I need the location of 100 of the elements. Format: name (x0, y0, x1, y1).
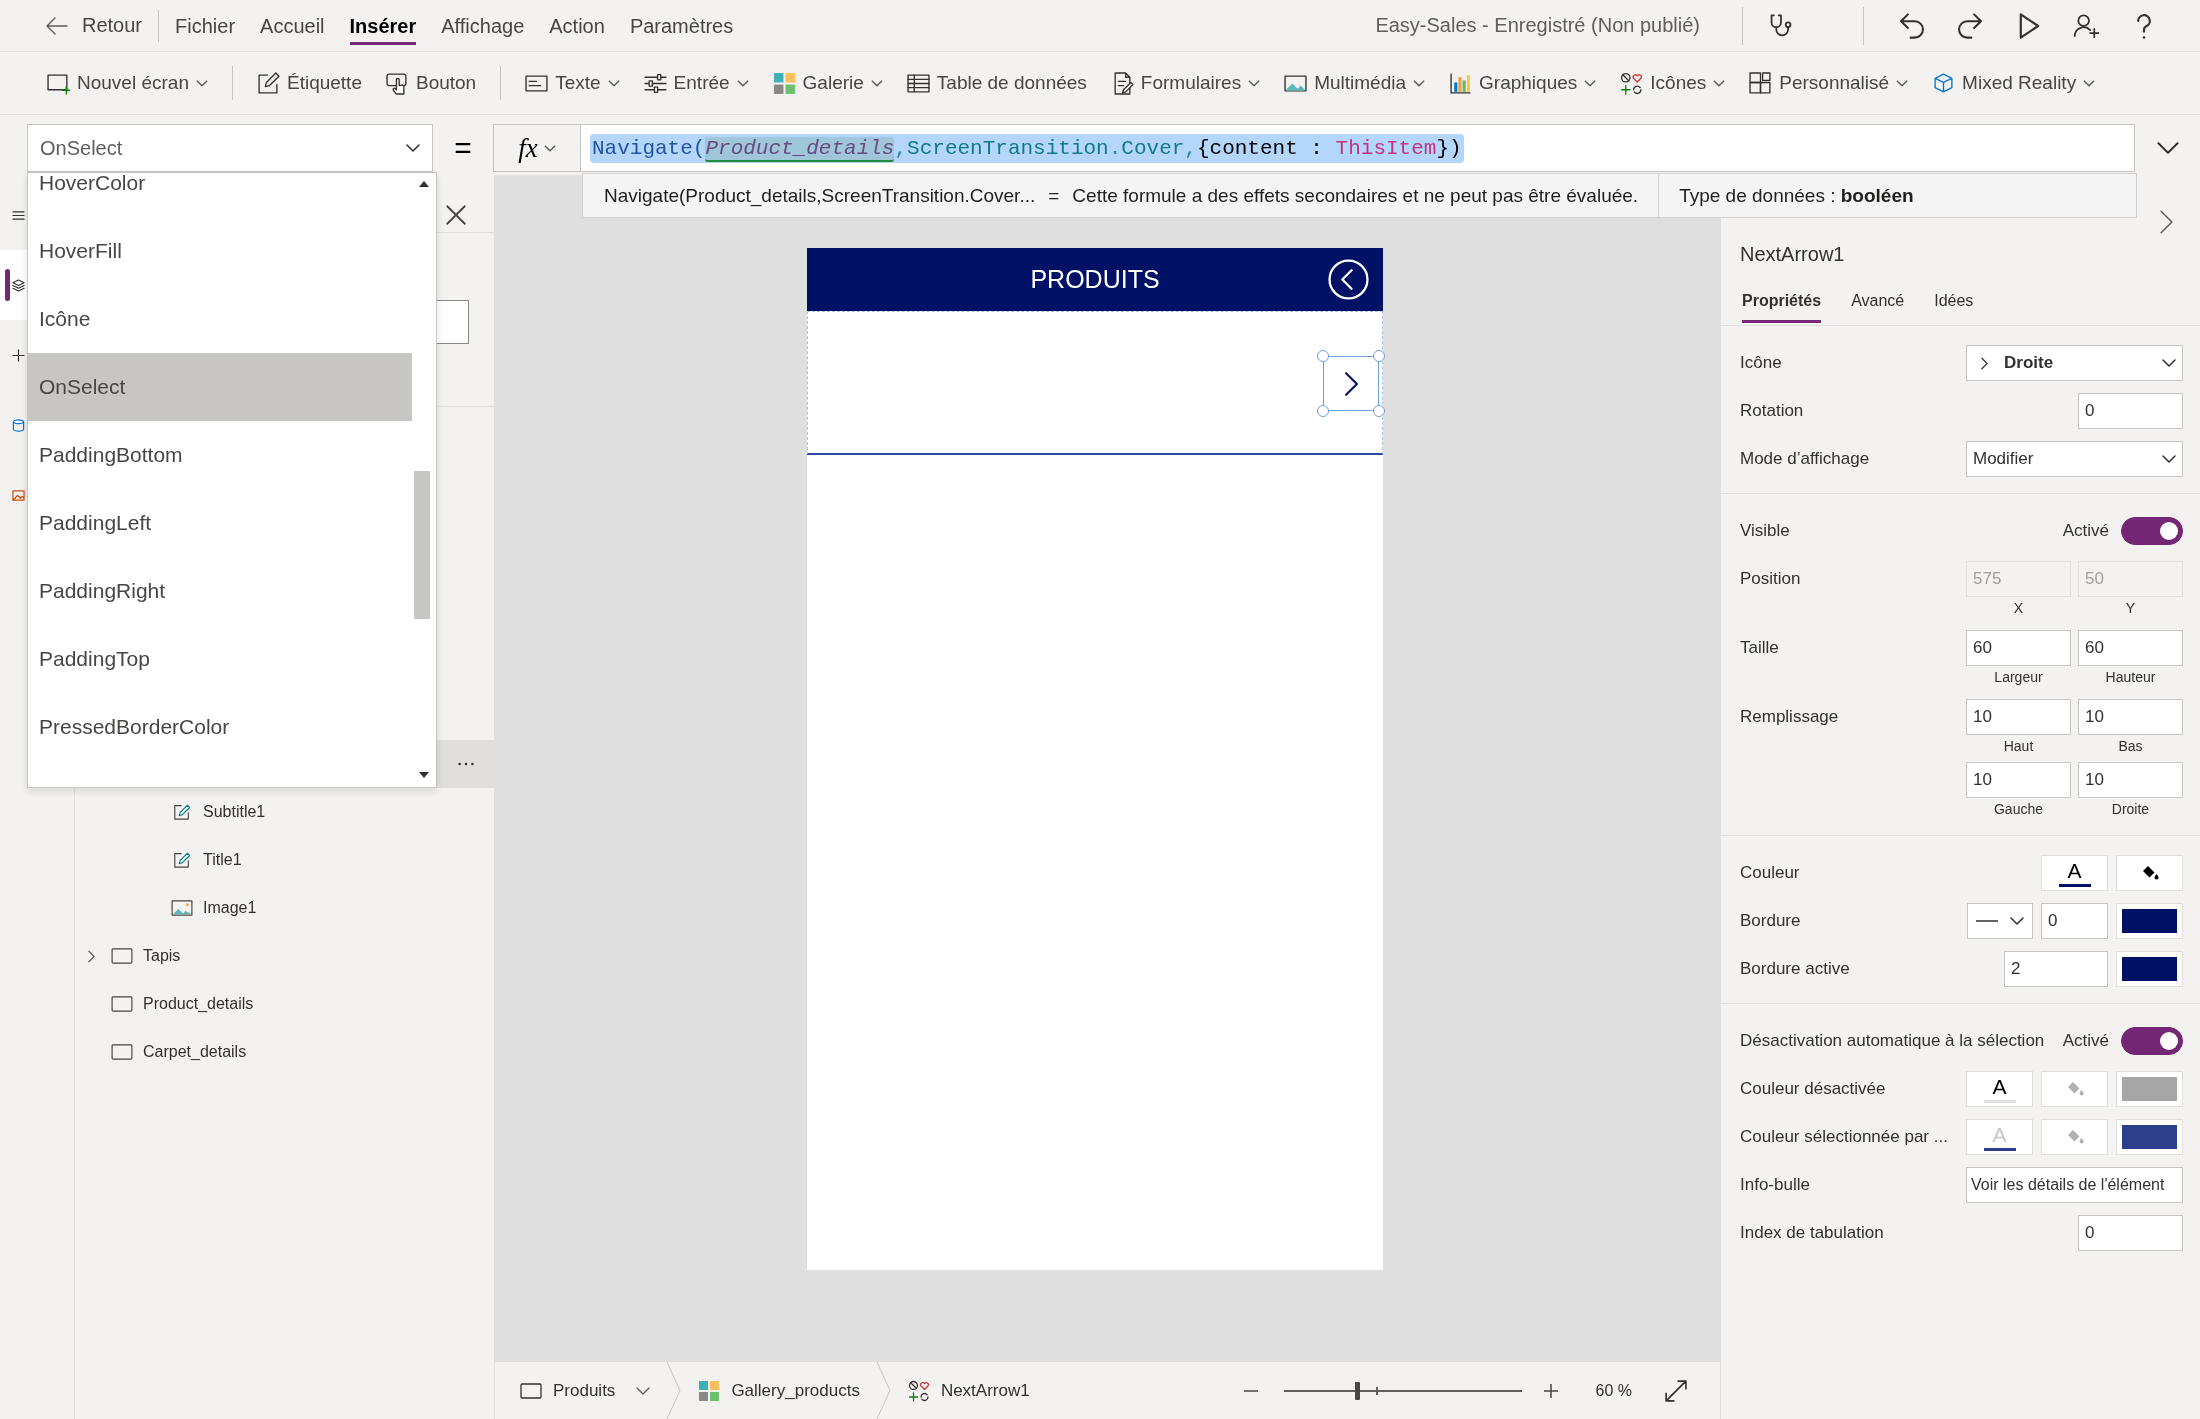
toolbar-button[interactable]: Table de données (906, 63, 1087, 103)
panel-tab[interactable]: Idées (1934, 289, 1974, 323)
toolbar-button[interactable]: Étiquette (256, 63, 362, 103)
blocks-icon (1749, 71, 1773, 95)
text-color-button[interactable]: A (2041, 855, 2108, 891)
back-button[interactable]: Retour (46, 5, 143, 46)
toggle-switch[interactable] (2121, 1027, 2183, 1055)
screen-title: PRODUITS (1029, 265, 1161, 294)
scroll-down-icon[interactable] (419, 772, 429, 778)
property-option[interactable]: PaddingBottom (28, 421, 412, 489)
property-label: Désactivation automatique à la sélection (1740, 1031, 2046, 1051)
menu-tab[interactable]: Paramètres (629, 6, 734, 45)
text-field[interactable]: Voir les détails de l'élément (1966, 1167, 2183, 1203)
zoom-out-icon[interactable] (1243, 1389, 1258, 1392)
text-color-button[interactable]: A (1966, 1071, 2033, 1107)
tree-item[interactable]: Tapis (75, 932, 494, 980)
property-dropdown[interactable]: OnSelect (27, 124, 433, 172)
color-picker-button[interactable] (2116, 951, 2183, 987)
toolbar-button[interactable]: Bouton (385, 63, 477, 103)
border-style-dropdown[interactable] (1967, 903, 2033, 939)
property-label: Couleur (1740, 863, 1801, 883)
slider-thumb[interactable] (1355, 1381, 1361, 1400)
toolbar-button[interactable]: Formulaires (1110, 63, 1261, 103)
chevron-right-icon[interactable] (2160, 210, 2173, 234)
number-field[interactable]: 60 (2078, 630, 2183, 666)
number-field[interactable]: 0 (2041, 903, 2108, 939)
property-label: Rotation (1740, 401, 1805, 421)
resize-handle[interactable] (1373, 350, 1385, 362)
formula-input[interactable]: Navigate(Product_details,ScreenTransition.Cover,{content : ThisItem}) (580, 124, 2135, 172)
tiles-icon (698, 1379, 721, 1402)
menu-tab[interactable]: Action (549, 6, 605, 45)
resize-handle[interactable] (1317, 350, 1329, 362)
number-field[interactable]: 0 (2078, 1215, 2183, 1251)
tree-item[interactable]: Product_details (75, 980, 494, 1028)
breadcrumb[interactable]: NextArrow1 (893, 1362, 1044, 1419)
resize-handle[interactable] (1317, 405, 1329, 417)
property-option[interactable]: HoverColor (28, 173, 412, 217)
color-picker-button[interactable] (2116, 1119, 2183, 1155)
icon-dropdown[interactable]: Droite (1966, 345, 2183, 381)
number-field[interactable]: 10 (2078, 699, 2183, 735)
panel-tab[interactable]: Avancé (1851, 289, 1905, 323)
breadcrumb[interactable]: Produits (495, 1362, 665, 1419)
fill-color-button[interactable] (2041, 1119, 2108, 1155)
menu-tab[interactable]: Fichier (175, 6, 236, 45)
property-option[interactable]: PaddingLeft (28, 489, 412, 557)
scroll-up-icon[interactable] (419, 181, 429, 187)
tree-item[interactable]: Title1 (75, 836, 494, 884)
line-style-icon (1976, 920, 1998, 922)
redo-icon[interactable] (1957, 12, 1983, 39)
toolbar-button[interactable]: Nouvel écran (47, 63, 208, 103)
toggle-switch[interactable] (2121, 517, 2183, 545)
number-field[interactable]: 10 (1966, 762, 2071, 798)
panel-tab[interactable]: Propriétés (1742, 289, 1822, 323)
number-field[interactable]: 2 (2004, 951, 2108, 987)
toolbar-button[interactable]: Graphiques (1449, 63, 1597, 103)
color-picker-button[interactable] (2116, 903, 2183, 939)
property-option[interactable]: PressedBorderColor (28, 693, 412, 761)
zoom-slider[interactable] (1283, 1381, 1522, 1400)
close-icon[interactable] (446, 205, 466, 225)
toolbar-button[interactable]: Multimédia (1284, 63, 1426, 103)
toolbar-button[interactable]: Entrée (643, 63, 749, 103)
toolbar-button[interactable]: Icônes (1620, 63, 1726, 103)
scrollbar-thumb[interactable] (414, 471, 430, 619)
tree-item[interactable]: Subtitle1 (75, 788, 494, 836)
tree-item[interactable]: Image1 (75, 884, 494, 932)
function-button[interactable]: fx (493, 124, 580, 172)
expand-icon[interactable] (1665, 1379, 1687, 1402)
breadcrumb[interactable]: Gallery_products (684, 1362, 874, 1419)
menu-tab[interactable]: Accueil (260, 6, 325, 45)
undo-icon[interactable] (1899, 12, 1925, 39)
toolbar-button[interactable]: Texte (525, 63, 620, 103)
back-circle-icon[interactable] (1327, 259, 1369, 300)
fill-color-button[interactable] (2116, 855, 2183, 891)
person-add-icon[interactable] (2073, 12, 2099, 39)
nav-rail-item[interactable] (0, 250, 28, 320)
property-option[interactable]: OnSelect (28, 353, 412, 421)
menu-tab[interactable]: Affichage (441, 6, 525, 45)
property-option[interactable]: HoverFill (28, 217, 412, 285)
number-field[interactable]: 0 (2078, 393, 2183, 429)
field-caption: Gauche (1992, 800, 2044, 819)
next-arrow-control[interactable] (1317, 350, 1385, 417)
property-option[interactable]: PaddingRight (28, 557, 412, 625)
toolbar-button[interactable]: Galerie (772, 63, 883, 103)
toolbar-button[interactable]: Mixed Reality (1932, 63, 2096, 103)
fill-color-button[interactable] (2041, 1071, 2108, 1107)
tree-item[interactable]: Carpet_details (75, 1028, 494, 1076)
resize-handle[interactable] (1373, 405, 1385, 417)
color-picker-button[interactable] (2116, 1071, 2183, 1107)
number-field[interactable]: 10 (2078, 762, 2183, 798)
number-field[interactable]: 60 (1966, 630, 2071, 666)
property-option[interactable]: Icône (28, 285, 412, 353)
zoom-in-icon[interactable] (1543, 1383, 1558, 1398)
more-icon[interactable] (458, 762, 474, 766)
property-option[interactable]: PaddingTop (28, 625, 412, 693)
chevron-down-icon (736, 79, 749, 87)
stethoscope-icon[interactable] (1768, 12, 1794, 39)
menu-tab[interactable]: Insérer (349, 6, 417, 45)
number-field[interactable]: 10 (1966, 699, 2071, 735)
mode-dropdown[interactable]: Modifier (1966, 441, 2183, 477)
toolbar-button[interactable]: Personnalisé (1749, 63, 1909, 103)
